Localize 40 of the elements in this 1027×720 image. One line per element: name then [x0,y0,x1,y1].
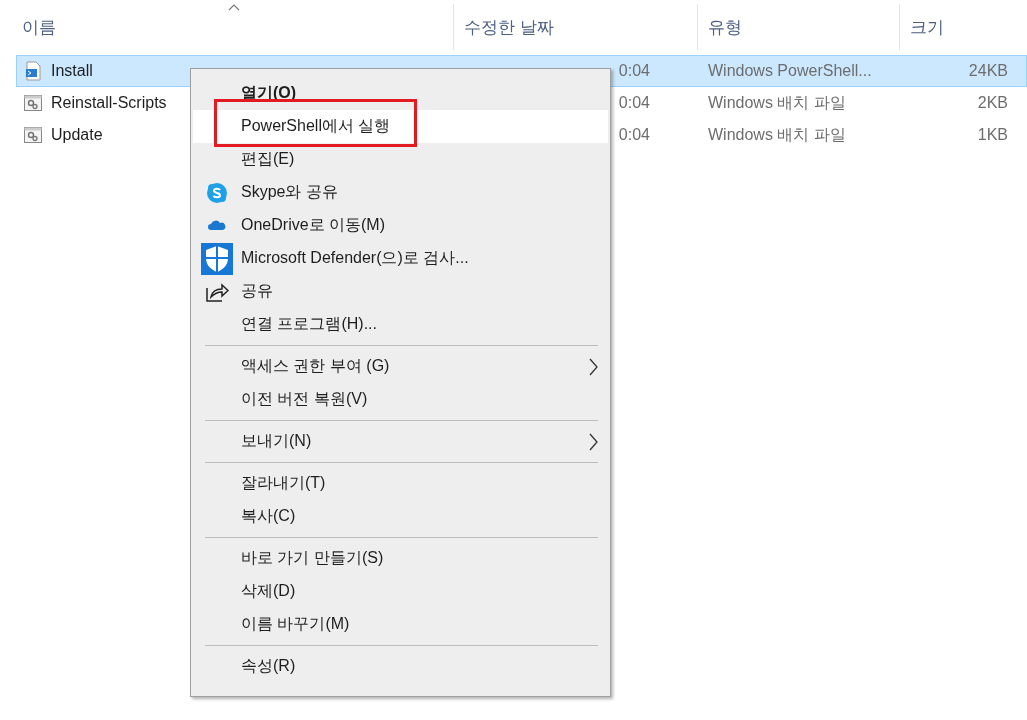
menu-item[interactable]: Microsoft Defender(으)로 검사... [193,242,608,275]
file-type: Windows PowerShell... [708,62,872,80]
cloud-icon [208,220,226,231]
file-name[interactable]: Reinstall-Scripts [51,94,167,112]
gear-file-icon [23,93,43,113]
file-type: Windows 배치 파일 [708,124,846,145]
menu-item[interactable]: PowerShell에서 실행 [193,110,608,143]
share-icon [205,281,229,302]
sort-caret-icon [227,4,240,11]
file-type: Windows 배치 파일 [708,92,846,113]
file-date: 0:04 [618,62,650,80]
column-header[interactable]: 유형 [697,4,899,50]
menu-item[interactable]: OneDrive로 이동(M) [193,209,608,242]
file-date: 0:04 [618,126,650,144]
menu-item[interactable]: 복사(C) [193,500,608,533]
menu-item[interactable]: Skype와 공유 [193,176,608,209]
menu-item[interactable]: 이전 버전 복원(V) [193,383,608,416]
file-name[interactable]: Update [51,126,103,144]
shield-icon [201,242,233,275]
menu-item[interactable]: 삭제(D) [193,575,608,608]
menu-item[interactable]: 편집(E) [193,143,608,176]
column-header[interactable]: 이름 [0,4,453,50]
menu-item[interactable]: 속성(R) [193,650,608,683]
menu-item[interactable]: 액세스 권한 부여 (G) [193,350,608,383]
menu-item[interactable]: 보내기(N) [193,425,608,458]
script-file-icon [23,61,43,81]
menu-item[interactable]: 이름 바꾸기(M) [193,608,608,641]
file-date: 0:04 [618,94,650,112]
menu-item[interactable]: 공유 [193,275,608,308]
gear-file-icon [23,125,43,145]
menu-item[interactable]: 바로 가기 만들기(S) [193,542,608,575]
file-size: 2KB [977,94,1008,112]
column-header[interactable]: 수정한 날짜 [453,4,697,50]
skype-icon [206,181,228,204]
column-header[interactable]: 크기 [899,4,1027,50]
menu-item[interactable]: 연결 프로그램(H)... [193,308,608,341]
file-size: 24KB [968,62,1008,80]
file-name[interactable]: Install [51,62,93,80]
file-size: 1KB [977,126,1008,144]
menu-item[interactable]: 잘라내기(T) [193,467,608,500]
